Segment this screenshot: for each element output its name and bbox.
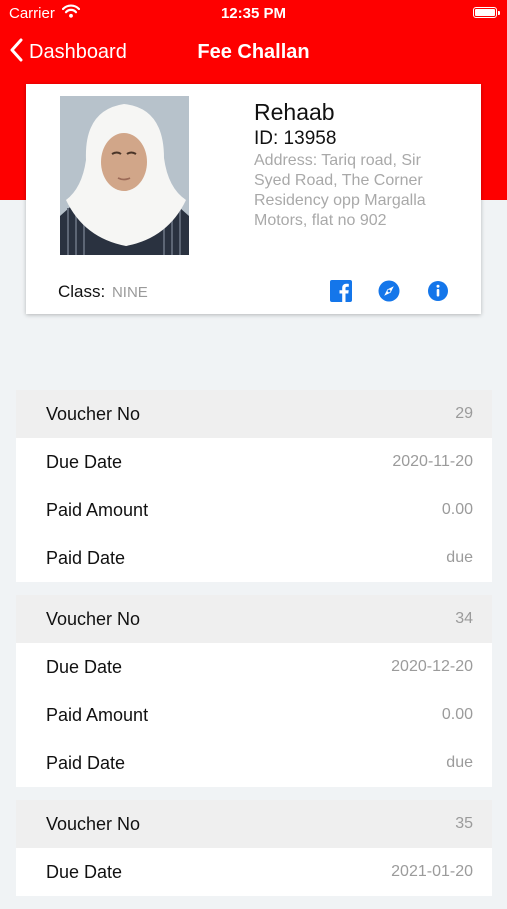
row-value: 2020-11-20 — [392, 453, 473, 470]
voucher-card: Voucher No 35 Due Date 2021-01-20 — [16, 800, 492, 896]
row-label: Paid Date — [46, 752, 126, 773]
row-label: Voucher No — [46, 608, 141, 629]
paid-date-row: Paid Date due — [16, 534, 492, 582]
row-label: Voucher No — [46, 813, 141, 834]
class-value: NINE — [111, 284, 148, 301]
row-value: due — [446, 549, 473, 566]
battery-icon — [473, 7, 500, 18]
student-class: Class: NINE — [58, 282, 148, 302]
voucher-card: Voucher No 29 Due Date 2020-11-20 Paid A… — [16, 390, 492, 582]
row-label: Paid Amount — [46, 704, 149, 725]
voucher-list: Voucher No 29 Due Date 2020-11-20 Paid A… — [16, 390, 492, 909]
student-profile-card: Rehaab ID: 13958 Address: Tariq road, Si… — [26, 84, 481, 314]
row-value: 0.00 — [441, 706, 473, 723]
student-name: Rehaab — [254, 99, 335, 125]
row-label: Due Date — [46, 656, 123, 677]
info-icon[interactable] — [427, 280, 449, 302]
compass-icon[interactable] — [378, 280, 400, 302]
voucher-number-row[interactable]: Voucher No 29 — [16, 390, 492, 438]
voucher-card: Voucher No 34 Due Date 2020-12-20 Paid A… — [16, 595, 492, 787]
status-bar: Carrier 12:35 PM — [0, 0, 507, 28]
student-address: Address: Tariq road, Sir Syed Road, The … — [254, 152, 426, 229]
row-label: Paid Date — [46, 547, 126, 568]
paid-amount-row: Paid Amount 0.00 — [16, 486, 492, 534]
row-value: 34 — [455, 610, 473, 627]
clock: 12:35 PM — [220, 5, 287, 22]
row-value: 0.00 — [441, 501, 473, 518]
row-value: due — [446, 754, 473, 771]
row-value: 35 — [455, 815, 473, 832]
voucher-number-row[interactable]: Voucher No 35 — [16, 800, 492, 848]
row-label: Due Date — [46, 451, 123, 472]
paid-date-row: Paid Date due — [16, 739, 492, 787]
student-id: ID: 13958 — [254, 128, 337, 149]
row-label: Paid Amount — [46, 499, 149, 520]
row-value: 2021-01-20 — [391, 863, 473, 880]
row-label: Due Date — [46, 861, 123, 882]
navigation-bar: Dashboard Fee Challan — [0, 30, 507, 76]
due-date-row: Due Date 2021-01-20 — [16, 848, 492, 896]
row-value: 2020-12-20 — [391, 658, 473, 675]
class-label: Class: — [58, 282, 106, 301]
due-date-row: Due Date 2020-12-20 — [16, 643, 492, 691]
facebook-icon[interactable] — [330, 280, 352, 302]
page-title: Fee Challan — [197, 41, 310, 63]
row-label: Voucher No — [46, 403, 141, 424]
paid-amount-row: Paid Amount 0.00 — [16, 691, 492, 739]
student-photo — [60, 96, 189, 255]
due-date-row: Due Date 2020-11-20 — [16, 438, 492, 486]
row-value: 29 — [455, 405, 473, 422]
voucher-number-row[interactable]: Voucher No 34 — [16, 595, 492, 643]
